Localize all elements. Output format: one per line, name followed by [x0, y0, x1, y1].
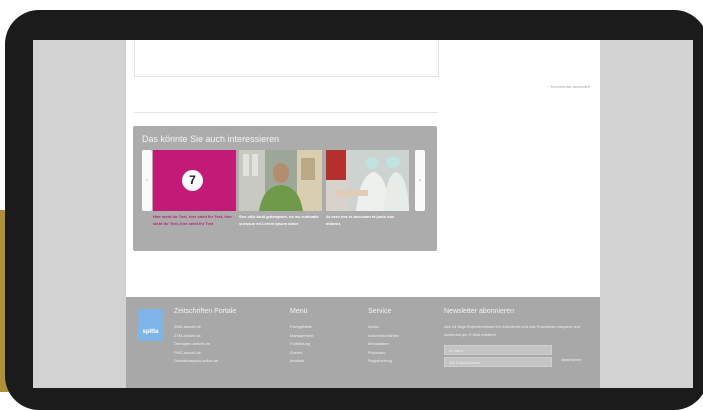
man-portrait-image — [239, 150, 322, 211]
footer-link[interactable]: Fortbildung — [290, 340, 313, 349]
related-title: Das könnte Sie auch interessieren — [142, 134, 280, 144]
footer-link[interactable]: Events — [290, 349, 313, 358]
footer-column-portale: Zeitschriften Portale ZMK-aktuell.de ZTM… — [174, 308, 236, 366]
card-caption: Sen ollis bodi gutempore, no wo rubinati… — [239, 214, 319, 226]
newsletter-description: Alle 14 Tage Expertenwissen für Zahnärzt… — [444, 324, 581, 337]
card-number-badge: 7 — [182, 170, 203, 191]
footer-heading: Zeitschriften Portale — [174, 308, 237, 315]
related-articles-section: Das könnte Sie auch interessieren ‹ 7 Hi… — [133, 126, 437, 251]
device-frame: › Kommentar absenden Das könnte Sie auch… — [5, 10, 703, 410]
comment-textarea[interactable] — [134, 40, 439, 77]
footer-heading: Service — [368, 308, 392, 315]
newsletter-email-input[interactable]: Ihre E-Mail-Adresse — [444, 357, 552, 367]
carousel-next-button[interactable]: › — [415, 150, 425, 211]
footer-link[interactable]: Infothek — [290, 357, 313, 366]
browser-viewport: › Kommentar absenden Das könnte Sie auch… — [33, 40, 693, 388]
chevron-right-icon: › — [419, 177, 421, 184]
spitta-logo[interactable]: spitta — [138, 309, 163, 341]
footer-heading: Newsletter abonnieren — [444, 308, 515, 315]
submit-comment-link[interactable]: › Kommentar absenden — [548, 84, 590, 89]
chevron-left-icon: ‹ — [146, 177, 148, 184]
footer-heading: Menü — [290, 308, 308, 315]
page-content: › Kommentar absenden Das könnte Sie auch… — [126, 40, 600, 388]
carousel-prev-button[interactable]: ‹ — [142, 150, 152, 211]
footer-link[interactable]: ZMK-aktuell.de — [174, 323, 236, 332]
footer-link[interactable]: Dentalkompakt-online.de — [174, 357, 236, 366]
footer-link[interactable]: Mediadaten — [368, 340, 399, 349]
site-footer: spitta Zeitschriften Portale ZMK-aktuell… — [126, 297, 600, 388]
footer-link[interactable]: Dentagen-aktuell.de — [174, 340, 236, 349]
footer-link[interactable]: Management — [290, 332, 313, 341]
card-caption: At vero eos et accusam et justo duo dolo… — [326, 214, 395, 226]
footer-link[interactable]: Autorenrichtlinien — [368, 332, 399, 341]
card-thumbnail-photo — [326, 150, 409, 211]
footer-link[interactable]: Fachgebiete — [290, 323, 313, 332]
related-card[interactable]: At vero eos et accusam et justo duo dolo… — [326, 150, 409, 227]
newsletter-submit-button[interactable]: Abonnieren — [561, 357, 581, 362]
related-card[interactable]: Sen ollis bodi gutempore, no wo rubinati… — [239, 150, 322, 227]
section-divider — [134, 112, 438, 113]
card-thumbnail-placeholder: 7 — [153, 150, 236, 211]
footer-column-newsletter: Newsletter abonnieren Alle 14 Tage Exper… — [444, 308, 594, 369]
footer-column-menu: Menü Fachgebiete Management Fortbildung … — [290, 308, 313, 366]
newsletter-name-input[interactable]: Ihr Name — [444, 345, 552, 355]
card-caption: Hier steht Ihr Text, hier steht Ihr Text… — [153, 214, 232, 226]
footer-link[interactable]: PMZ-aktuell.de — [174, 349, 236, 358]
medical-team-image — [326, 150, 409, 211]
footer-link[interactable]: Registrierung — [368, 357, 399, 366]
footer-link[interactable]: ZTM-aktuell.de — [174, 332, 236, 341]
footer-link[interactable]: Probeabo — [368, 349, 399, 358]
footer-link[interactable]: Archiv — [368, 323, 399, 332]
card-thumbnail-photo — [239, 150, 322, 211]
related-card[interactable]: 7 Hier steht Ihr Text, hier steht Ihr Te… — [153, 150, 236, 227]
footer-column-service: Service Archiv Autorenrichtlinien Mediad… — [368, 308, 399, 366]
